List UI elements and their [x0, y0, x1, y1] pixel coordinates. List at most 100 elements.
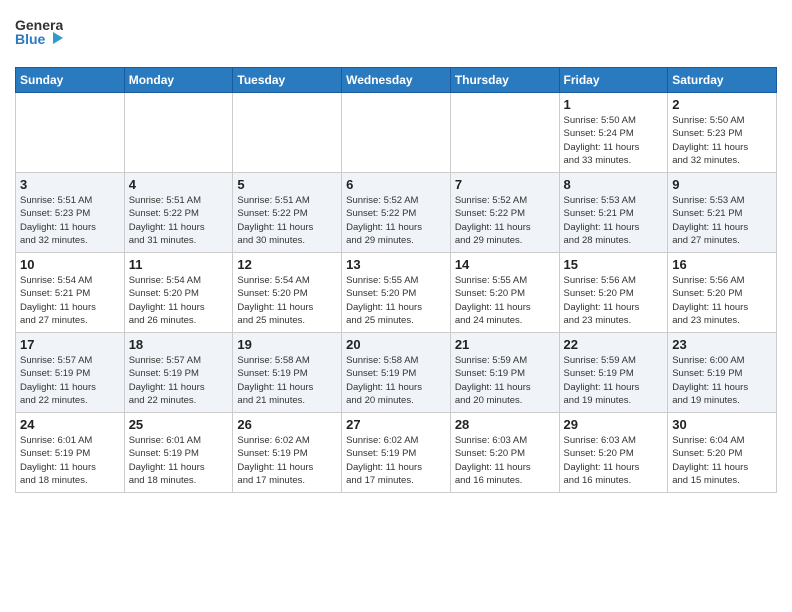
day-info: Sunrise: 6:02 AM Sunset: 5:19 PM Dayligh… [237, 434, 337, 487]
day-number: 18 [129, 337, 229, 352]
day-info: Sunrise: 5:58 AM Sunset: 5:19 PM Dayligh… [237, 354, 337, 407]
day-number: 9 [672, 177, 772, 192]
calendar-week-row: 10 Sunrise: 5:54 AM Sunset: 5:21 PM Dayli… [16, 253, 777, 333]
calendar-cell: 13Sunrise: 5:55 AM Sunset: 5:20 PM Dayli… [342, 253, 451, 333]
calendar-cell: 24Sunrise: 6:01 AM Sunset: 5:19 PM Dayli… [16, 413, 125, 493]
calendar-cell: 18 Sunrise: 5:57 AM Sunset: 5:19 PM Dayli… [124, 333, 233, 413]
day-info: Sunrise: 5:57 AM Sunset: 5:19 PM Dayligh… [20, 354, 120, 407]
day-info: Sunrise: 5:53 AM Sunset: 5:21 PM Dayligh… [564, 194, 664, 247]
calendar-week-row: 1 Sunrise: 5:50 AM Sunset: 5:24 PM Daylig… [16, 93, 777, 173]
day-number: 10 [20, 257, 120, 272]
day-info: Sunrise: 6:04 AM Sunset: 5:20 PM Dayligh… [672, 434, 772, 487]
calendar-cell: 22 Sunrise: 5:59 AM Sunset: 5:19 PM Dayli… [559, 333, 668, 413]
weekday-header-thursday: Thursday [450, 68, 559, 93]
calendar-week-row: 24Sunrise: 6:01 AM Sunset: 5:19 PM Dayli… [16, 413, 777, 493]
calendar-cell: 23 Sunrise: 6:00 AM Sunset: 5:19 PM Dayli… [668, 333, 777, 413]
calendar-cell: 6Sunrise: 5:52 AM Sunset: 5:22 PM Daylig… [342, 173, 451, 253]
calendar-cell: 16Sunrise: 5:56 AM Sunset: 5:20 PM Dayli… [668, 253, 777, 333]
day-number: 7 [455, 177, 555, 192]
calendar-cell: 5 Sunrise: 5:51 AM Sunset: 5:22 PM Daylig… [233, 173, 342, 253]
day-info: Sunrise: 5:51 AM Sunset: 5:22 PM Dayligh… [129, 194, 229, 247]
day-info: Sunrise: 5:58 AM Sunset: 5:19 PM Dayligh… [346, 354, 446, 407]
day-info: Sunrise: 5:50 AM Sunset: 5:23 PM Dayligh… [672, 114, 772, 167]
day-number: 23 [672, 337, 772, 352]
calendar-cell [342, 93, 451, 173]
calendar-cell: 9 Sunrise: 5:53 AM Sunset: 5:21 PM Daylig… [668, 173, 777, 253]
day-info: Sunrise: 5:52 AM Sunset: 5:22 PM Dayligh… [455, 194, 555, 247]
day-number: 19 [237, 337, 337, 352]
calendar-cell: 17Sunrise: 5:57 AM Sunset: 5:19 PM Dayli… [16, 333, 125, 413]
logo: General Blue [15, 14, 67, 59]
svg-text:Blue: Blue [15, 31, 46, 47]
calendar-cell: 12 Sunrise: 5:54 AM Sunset: 5:20 PM Dayli… [233, 253, 342, 333]
day-number: 25 [129, 417, 229, 432]
calendar-cell: 8 Sunrise: 5:53 AM Sunset: 5:21 PM Daylig… [559, 173, 668, 253]
day-number: 27 [346, 417, 446, 432]
weekday-header-saturday: Saturday [668, 68, 777, 93]
day-number: 14 [455, 257, 555, 272]
day-number: 16 [672, 257, 772, 272]
calendar-header: SundayMondayTuesdayWednesdayThursdayFrid… [16, 68, 777, 93]
weekday-header-tuesday: Tuesday [233, 68, 342, 93]
day-info: Sunrise: 5:57 AM Sunset: 5:19 PM Dayligh… [129, 354, 229, 407]
day-info: Sunrise: 5:59 AM Sunset: 5:19 PM Dayligh… [564, 354, 664, 407]
day-info: Sunrise: 6:02 AM Sunset: 5:19 PM Dayligh… [346, 434, 446, 487]
day-number: 28 [455, 417, 555, 432]
day-info: Sunrise: 6:00 AM Sunset: 5:19 PM Dayligh… [672, 354, 772, 407]
day-info: Sunrise: 5:55 AM Sunset: 5:20 PM Dayligh… [455, 274, 555, 327]
day-number: 1 [564, 97, 664, 112]
calendar-cell [16, 93, 125, 173]
day-number: 20 [346, 337, 446, 352]
day-info: Sunrise: 5:53 AM Sunset: 5:21 PM Dayligh… [672, 194, 772, 247]
day-number: 22 [564, 337, 664, 352]
calendar-cell: 25Sunrise: 6:01 AM Sunset: 5:19 PM Dayli… [124, 413, 233, 493]
day-info: Sunrise: 5:51 AM Sunset: 5:22 PM Dayligh… [237, 194, 337, 247]
day-info: Sunrise: 5:56 AM Sunset: 5:20 PM Dayligh… [564, 274, 664, 327]
day-number: 12 [237, 257, 337, 272]
weekday-header-monday: Monday [124, 68, 233, 93]
calendar-cell: 11 Sunrise: 5:54 AM Sunset: 5:20 PM Dayli… [124, 253, 233, 333]
day-number: 3 [20, 177, 120, 192]
day-number: 21 [455, 337, 555, 352]
calendar-cell: 20 Sunrise: 5:58 AM Sunset: 5:19 PM Dayli… [342, 333, 451, 413]
day-info: Sunrise: 6:03 AM Sunset: 5:20 PM Dayligh… [455, 434, 555, 487]
calendar-cell: 4 Sunrise: 5:51 AM Sunset: 5:22 PM Daylig… [124, 173, 233, 253]
day-info: Sunrise: 5:59 AM Sunset: 5:19 PM Dayligh… [455, 354, 555, 407]
day-number: 13 [346, 257, 446, 272]
day-info: Sunrise: 5:50 AM Sunset: 5:24 PM Dayligh… [564, 114, 664, 167]
day-number: 29 [564, 417, 664, 432]
day-info: Sunrise: 6:03 AM Sunset: 5:20 PM Dayligh… [564, 434, 664, 487]
day-number: 2 [672, 97, 772, 112]
calendar-cell: 10 Sunrise: 5:54 AM Sunset: 5:21 PM Dayli… [16, 253, 125, 333]
calendar-cell: 14 Sunrise: 5:55 AM Sunset: 5:20 PM Dayli… [450, 253, 559, 333]
calendar-cell: 26Sunrise: 6:02 AM Sunset: 5:19 PM Dayli… [233, 413, 342, 493]
day-info: Sunrise: 5:54 AM Sunset: 5:21 PM Dayligh… [20, 274, 120, 327]
calendar-table: SundayMondayTuesdayWednesdayThursdayFrid… [15, 67, 777, 493]
day-number: 30 [672, 417, 772, 432]
calendar-week-row: 3 Sunrise: 5:51 AM Sunset: 5:23 PM Daylig… [16, 173, 777, 253]
day-info: Sunrise: 5:54 AM Sunset: 5:20 PM Dayligh… [129, 274, 229, 327]
calendar-cell: 19 Sunrise: 5:58 AM Sunset: 5:19 PM Dayli… [233, 333, 342, 413]
weekday-header-friday: Friday [559, 68, 668, 93]
calendar-cell: 29 Sunrise: 6:03 AM Sunset: 5:20 PM Dayli… [559, 413, 668, 493]
calendar-cell [450, 93, 559, 173]
day-info: Sunrise: 5:51 AM Sunset: 5:23 PM Dayligh… [20, 194, 120, 247]
day-info: Sunrise: 5:54 AM Sunset: 5:20 PM Dayligh… [237, 274, 337, 327]
calendar-cell: 7 Sunrise: 5:52 AM Sunset: 5:22 PM Daylig… [450, 173, 559, 253]
day-number: 4 [129, 177, 229, 192]
day-info: Sunrise: 5:52 AM Sunset: 5:22 PM Dayligh… [346, 194, 446, 247]
day-number: 15 [564, 257, 664, 272]
calendar-cell [124, 93, 233, 173]
calendar-cell [233, 93, 342, 173]
calendar-cell: 3 Sunrise: 5:51 AM Sunset: 5:23 PM Daylig… [16, 173, 125, 253]
day-number: 8 [564, 177, 664, 192]
calendar-cell: 1 Sunrise: 5:50 AM Sunset: 5:24 PM Daylig… [559, 93, 668, 173]
day-number: 5 [237, 177, 337, 192]
calendar-cell: 15 Sunrise: 5:56 AM Sunset: 5:20 PM Dayli… [559, 253, 668, 333]
day-number: 11 [129, 257, 229, 272]
calendar-cell: 28 Sunrise: 6:03 AM Sunset: 5:20 PM Dayli… [450, 413, 559, 493]
calendar-cell: 21 Sunrise: 5:59 AM Sunset: 5:19 PM Dayli… [450, 333, 559, 413]
day-info: Sunrise: 6:01 AM Sunset: 5:19 PM Dayligh… [20, 434, 120, 487]
weekday-header-sunday: Sunday [16, 68, 125, 93]
weekday-header-wednesday: Wednesday [342, 68, 451, 93]
